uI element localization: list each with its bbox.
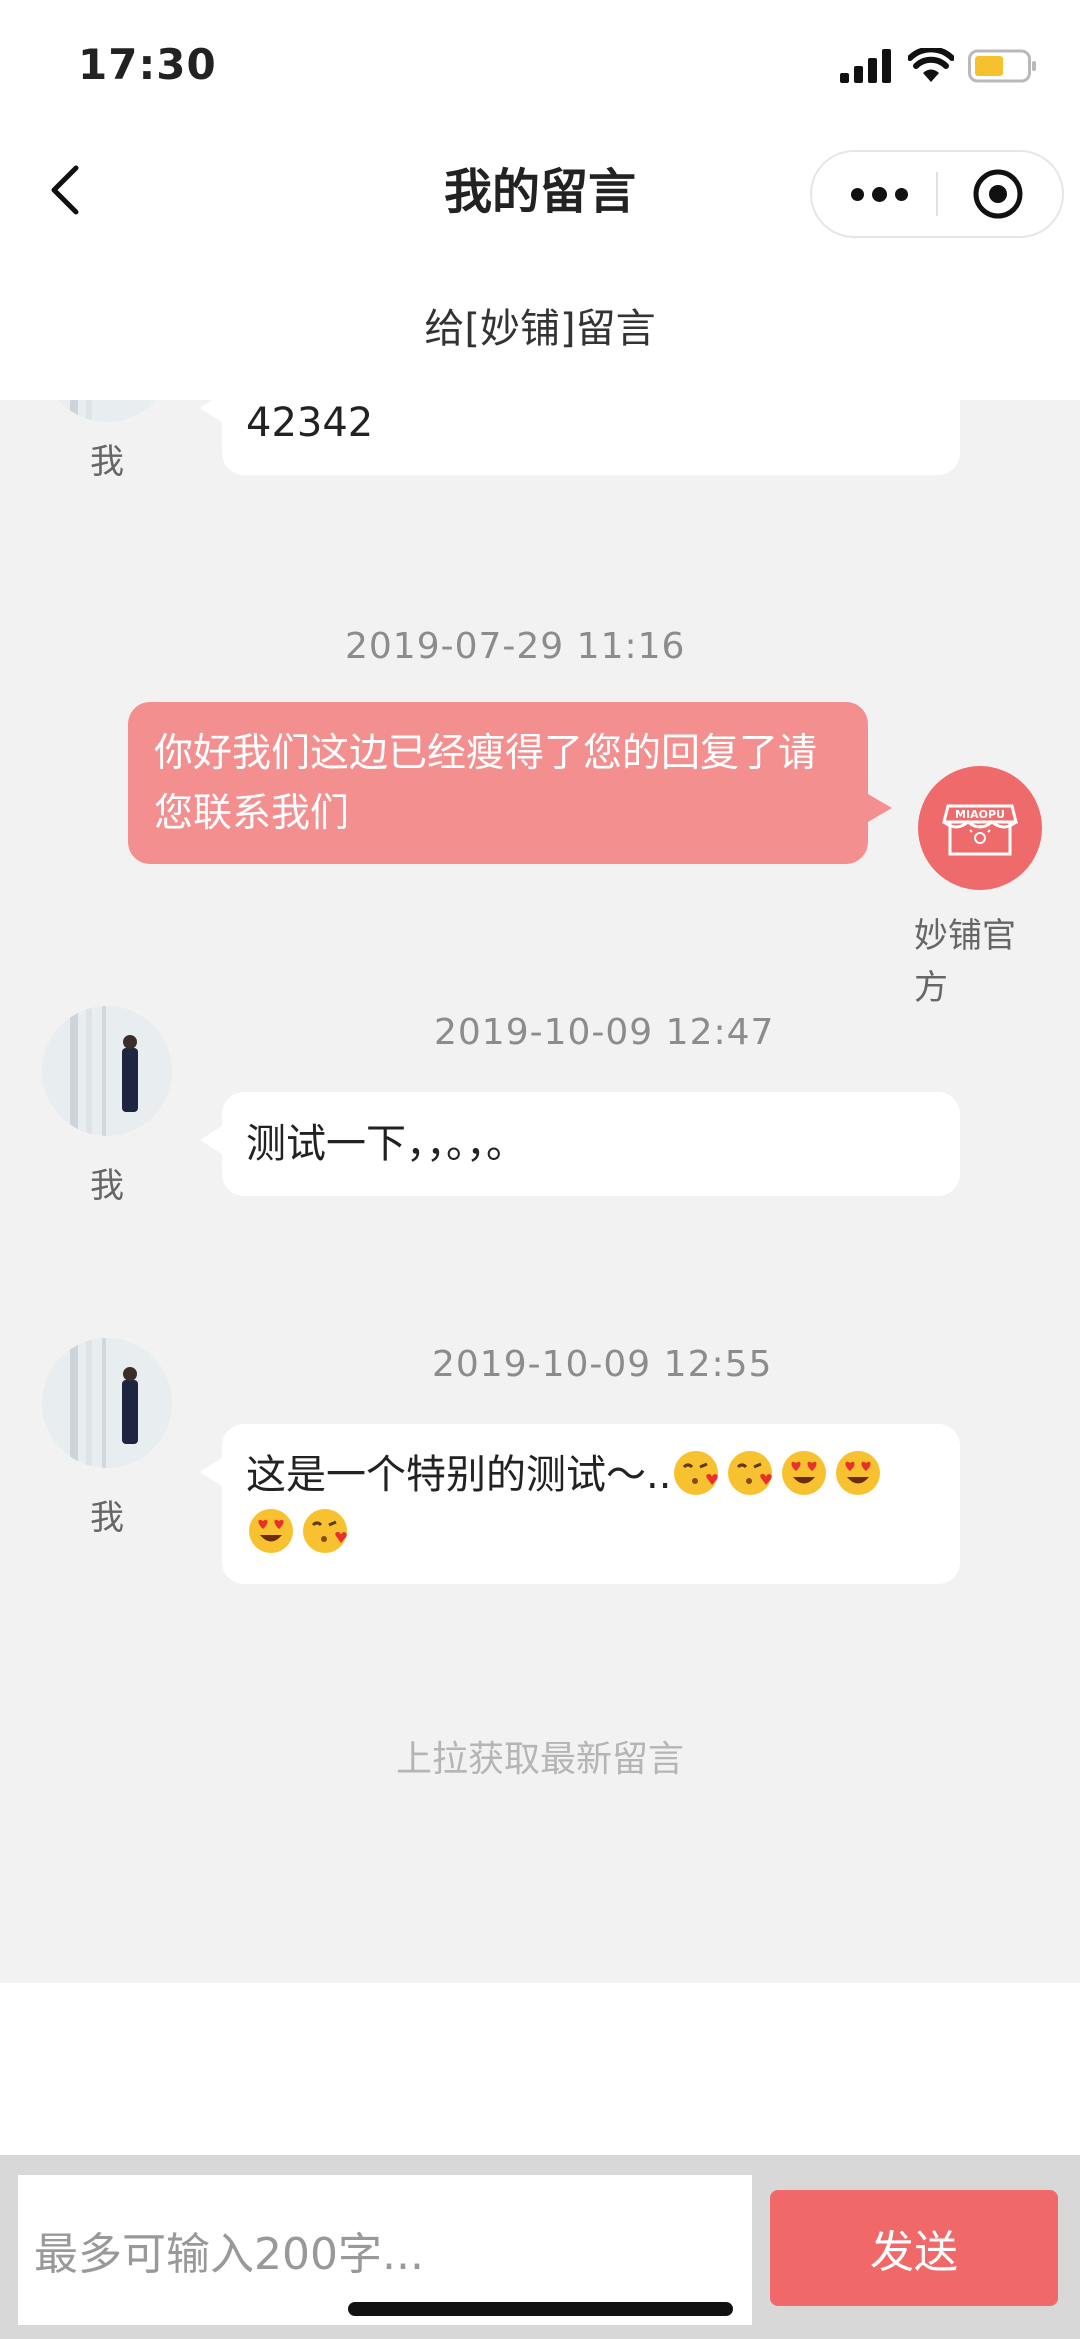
chat-list[interactable]: 我 42342 2019-07-29 11:16 你好我们这边已经瘦得了您的回复… xyxy=(0,400,1080,1983)
sender-name: 我 xyxy=(90,1166,124,1206)
wifi-icon xyxy=(908,48,954,82)
message-target-header: 给[妙铺]留言 xyxy=(0,250,1080,400)
send-button[interactable]: 发送 xyxy=(770,2190,1058,2306)
status-icons xyxy=(840,48,1038,84)
message-text: 42342 xyxy=(246,400,374,446)
avatar-photo xyxy=(42,1006,172,1136)
status-time: 17:30 xyxy=(78,40,217,89)
avatar xyxy=(42,400,172,422)
battery-icon xyxy=(968,49,1036,83)
message-bubble: 测试一下，，。，。 xyxy=(200,1092,960,1196)
message-text: 你好我们这边已经瘦得了您的回复了请您联系我们 xyxy=(154,731,818,836)
status-bar: 17:30 xyxy=(0,0,1080,130)
pull-up-load-hint: 上拉获取最新留言 xyxy=(395,1739,684,1780)
heart-eyes-emoji-icon xyxy=(836,1451,881,1495)
avatar-photo xyxy=(42,400,172,422)
home-indicator xyxy=(348,2302,733,2316)
kissing-heart-emoji-icon xyxy=(303,1509,347,1553)
signal-icon xyxy=(840,49,891,83)
heart-eyes-emoji-icon xyxy=(249,1509,293,1553)
more-dots-icon xyxy=(850,187,864,201)
kissing-heart-emoji-icon xyxy=(674,1451,719,1495)
message-bubble: 42342 xyxy=(200,400,960,475)
kissing-heart-emoji-icon xyxy=(728,1451,773,1495)
sender-name: 妙铺官方 xyxy=(914,910,1034,1014)
input-placeholder: 最多可输入200字... xyxy=(34,2229,424,2280)
more-dot xyxy=(894,187,908,201)
shop-logo-text: MIAOPU xyxy=(955,808,1005,821)
avatar xyxy=(42,1338,172,1468)
avatar-photo xyxy=(42,1338,172,1468)
message-target-text: 给[妙铺]留言 xyxy=(424,306,656,352)
message-text: 这是一个特别的测试～.. xyxy=(246,1452,672,1498)
message-timestamp: 2019-07-29 11:16 xyxy=(345,626,686,667)
official-sender-label: 妙铺官方 xyxy=(914,916,1016,1008)
close-mini-program-button[interactable] xyxy=(972,168,1024,220)
more-button[interactable] xyxy=(834,152,924,236)
heart-eyes-emoji-icon xyxy=(782,1451,827,1495)
navigation-bar: 我的留言 xyxy=(0,130,1080,250)
avatar xyxy=(42,1006,172,1136)
official-avatar: MIAOPU xyxy=(918,766,1042,890)
capsule-divider xyxy=(936,172,938,216)
more-dot xyxy=(871,186,887,202)
message-text: 测试一下，，。，。 xyxy=(246,1121,526,1167)
message-bubble: 这是一个特别的测试～.. xyxy=(200,1424,960,1584)
mini-program-capsule xyxy=(810,150,1064,238)
message-timestamp: 2019-10-09 12:47 xyxy=(434,1012,775,1053)
target-close-icon xyxy=(973,169,1023,219)
message-timestamp: 2019-10-09 12:55 xyxy=(432,1344,773,1385)
official-message-bubble: 你好我们这边已经瘦得了您的回复了请您联系我们 xyxy=(128,702,892,864)
shop-logo-icon xyxy=(942,804,1018,856)
sender-name: 我 xyxy=(90,442,124,482)
sender-name: 我 xyxy=(90,1498,124,1538)
